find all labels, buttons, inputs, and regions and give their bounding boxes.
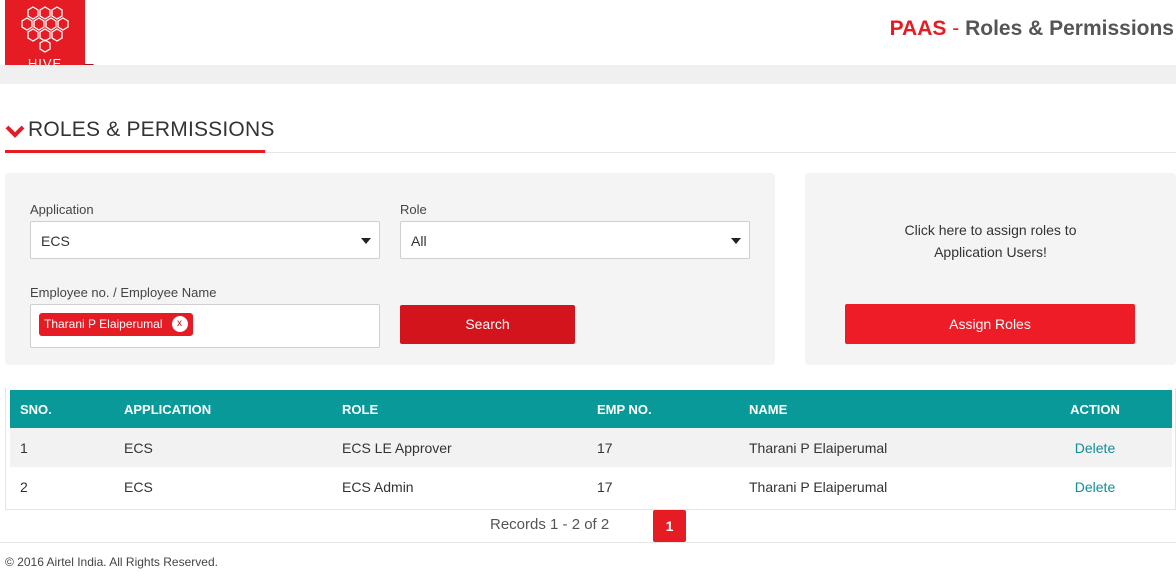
cell-sno: 1: [20, 439, 28, 456]
cell-name: Tharani P Elaiperumal: [749, 478, 888, 495]
role-select[interactable]: All: [400, 221, 750, 259]
filter-panel: Application ECS Role All Employee no. / …: [5, 173, 775, 365]
column-header-action: ACTION: [1070, 401, 1120, 417]
results-table-container: SNO. APPLICATION ROLE EMP NO. NAME ACTIO…: [5, 388, 1176, 510]
assign-roles-hint: Click here to assign roles to Applicatio…: [805, 219, 1176, 263]
application-select[interactable]: ECS: [30, 221, 380, 259]
delete-link[interactable]: Delete: [1075, 479, 1115, 495]
pagination-page-button[interactable]: 1: [653, 510, 686, 542]
brand-name: PAAS: [889, 17, 947, 40]
application-label: Application: [30, 202, 94, 217]
cell-sno: 2: [20, 478, 28, 495]
assign-hint-line1: Click here to assign roles to: [904, 222, 1077, 238]
dropdown-caret-icon: [731, 238, 741, 244]
tag-remove-icon[interactable]: x: [171, 316, 188, 332]
assign-roles-panel: Click here to assign roles to Applicatio…: [805, 173, 1176, 365]
page-header-title: PAAS - Roles & Permissions: [890, 17, 1174, 41]
cell-emp-no: 17: [597, 439, 613, 456]
employee-search-input[interactable]: Tharani P Elaiperumal x: [30, 304, 380, 348]
cell-emp-no: 17: [597, 478, 613, 495]
hive-logo[interactable]: HIVE: [5, 0, 85, 74]
header-title-text: Roles & Permissions: [965, 17, 1174, 40]
employee-tag: Tharani P Elaiperumal x: [39, 313, 193, 336]
table-row: 2 ECS ECS Admin 17 Tharani P Elaiperumal…: [10, 467, 1172, 506]
column-header-sno: SNO.: [20, 401, 52, 417]
role-label: Role: [400, 202, 427, 217]
cell-application: ECS: [124, 478, 153, 495]
column-header-application: APPLICATION: [124, 401, 212, 417]
search-button[interactable]: Search: [400, 305, 575, 344]
title-separator: -: [952, 17, 960, 40]
cell-action: Delete: [1018, 428, 1172, 467]
section-title: ROLES & PERMISSIONS: [28, 118, 275, 141]
header-bar: [0, 65, 1176, 84]
footer-copyright: © 2016 Airtel India. All Rights Reserved…: [5, 555, 218, 569]
employee-label: Employee no. / Employee Name: [30, 285, 217, 300]
footer-divider: [0, 542, 1176, 543]
assign-roles-button[interactable]: Assign Roles: [845, 304, 1135, 344]
table-row: 1 ECS ECS LE Approver 17 Tharani P Elaip…: [10, 428, 1172, 467]
cell-application: ECS: [124, 439, 153, 456]
dropdown-caret-icon: [361, 238, 371, 244]
column-header-emp-no: EMP NO.: [597, 401, 652, 417]
cell-name: Tharani P Elaiperumal: [749, 439, 888, 456]
cell-role: ECS LE Approver: [342, 439, 452, 456]
section-underline: [5, 150, 265, 153]
hexagon-logo-icon: [21, 6, 69, 53]
column-header-name: NAME: [749, 401, 788, 417]
role-select-value: All: [411, 233, 427, 249]
assign-hint-line2: Application Users!: [934, 244, 1047, 260]
cell-action: Delete: [1018, 467, 1172, 506]
page: HIVE PAAS - Roles & Permissions ROLES & …: [0, 0, 1176, 578]
cell-role: ECS Admin: [342, 478, 414, 495]
results-table: SNO. APPLICATION ROLE EMP NO. NAME ACTIO…: [10, 390, 1172, 506]
column-header-role: ROLE: [342, 401, 379, 417]
application-select-value: ECS: [41, 233, 70, 249]
records-count: Records 1 - 2 of 2: [490, 516, 610, 533]
employee-tag-label: Tharani P Elaiperumal: [44, 317, 163, 331]
chevron-down-icon: [5, 125, 25, 138]
table-header-row: SNO. APPLICATION ROLE EMP NO. NAME ACTIO…: [10, 390, 1172, 428]
delete-link[interactable]: Delete: [1075, 440, 1115, 456]
